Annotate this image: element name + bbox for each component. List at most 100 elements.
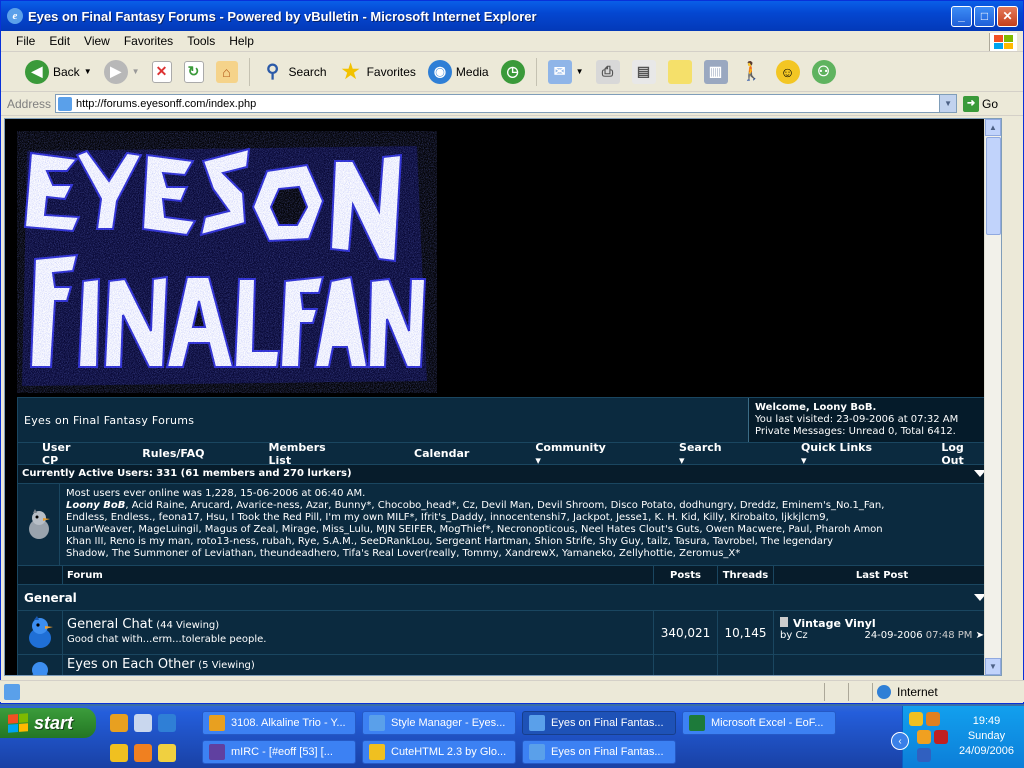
smiley-icon: ☺ (775, 59, 800, 84)
nav-rules-faq[interactable]: Rules/FAQ (142, 447, 204, 460)
col-posts: Posts (653, 566, 717, 584)
address-input[interactable]: http://forums.eyesonff.com/index.php ▼ (55, 94, 958, 113)
menu-edit[interactable]: Edit (42, 34, 77, 48)
search-button[interactable]: ⚲ Search (257, 60, 331, 84)
mail-button[interactable]: ✉ ▼ (544, 59, 588, 84)
cutehtml-task-icon (369, 744, 385, 760)
users-line-5[interactable]: Shadow, The Summoner of Leviathan, theun… (66, 548, 984, 560)
research-button[interactable]: ▥ (700, 59, 732, 84)
users-line-3[interactable]: LunarWeaver, MageLuingil, Magus of Zeal,… (66, 524, 984, 536)
users-line-4[interactable]: Khan III, Reno is my man, roto13-ness, r… (66, 536, 984, 548)
go-to-last-post-icon[interactable]: ➤ (976, 630, 984, 641)
active-users-block: Most users ever online was 1,228, 15-06-… (17, 484, 991, 566)
yahoo-button[interactable]: ☺ (772, 59, 804, 84)
private-messages-link[interactable]: Private Messages: Unread 0, Total 6412. (755, 426, 984, 438)
ie-icon: e (7, 8, 23, 24)
task-style-manager[interactable]: Style Manager - Eyes... (362, 711, 516, 735)
menu-help[interactable]: Help (222, 34, 261, 48)
menu-tools[interactable]: Tools (180, 34, 222, 48)
msn-quick-icon[interactable] (158, 744, 176, 762)
nav-search[interactable]: Search ▾ (679, 441, 731, 467)
site-title[interactable]: Eyes on Final Fantasy Forums (18, 398, 748, 442)
vertical-scrollbar[interactable]: ▲ ▼ (984, 119, 1001, 675)
mail-dropdown-icon[interactable]: ▼ (576, 67, 584, 76)
refresh-button[interactable]: ↻ (180, 60, 208, 83)
home-button[interactable]: ⌂ (212, 60, 242, 83)
task-label: Eyes on Final Fantas... (551, 746, 664, 758)
tray-icon[interactable] (934, 730, 948, 744)
tray-icon[interactable] (909, 712, 923, 726)
discuss-button[interactable] (664, 59, 696, 84)
ie-quick-icon[interactable] (158, 714, 176, 732)
back-dropdown-icon[interactable]: ▼ (84, 67, 92, 76)
nav-community[interactable]: Community ▾ (535, 441, 615, 467)
scroll-thumb[interactable] (986, 137, 1001, 235)
history-button[interactable]: ◷ (497, 59, 529, 84)
task-cutehtml[interactable]: CuteHTML 2.3 by Glo... (362, 740, 516, 764)
media-button[interactable]: ◉ Media (424, 59, 493, 84)
category-title[interactable]: General (24, 591, 77, 605)
forum-posts-count: 340,021 (653, 611, 717, 654)
last-post-title-link[interactable]: Vintage Vinyl (793, 617, 876, 630)
minimize-button[interactable]: _ (951, 5, 972, 27)
nav-quick-links[interactable]: Quick Links ▾ (801, 441, 881, 467)
forum-icon-cell (18, 655, 62, 675)
nav-members-list[interactable]: Members List (269, 441, 353, 467)
users-line-1-text[interactable]: , Acid Raine, Arucard, Avarice-ness, Aza… (125, 500, 884, 511)
tray-expand-icon[interactable]: ‹ (891, 732, 909, 750)
stop-button[interactable]: ✕ (148, 60, 176, 83)
tray-icon[interactable] (917, 730, 931, 744)
search-icon: ⚲ (265, 61, 280, 81)
go-button[interactable]: ➜ Go (963, 95, 998, 112)
menu-favorites[interactable]: Favorites (117, 34, 180, 48)
start-button[interactable]: start (0, 708, 96, 738)
winamp-icon[interactable] (110, 714, 128, 732)
eyes-on-final-fantasy-logo[interactable] (17, 131, 437, 393)
internet-globe-icon (877, 684, 891, 699)
task-alkaline-trio[interactable]: 3108. Alkaline Trio - Y... (202, 711, 356, 735)
close-button[interactable]: ✕ (997, 5, 1018, 27)
user-loony-bob[interactable]: Loony BoB (66, 500, 125, 511)
forward-button[interactable]: ▶ ▼ (100, 59, 144, 84)
favorites-button[interactable]: ★ Favorites (335, 60, 420, 84)
title-bar[interactable]: e Eyes on Final Fantasy Forums - Powered… (1, 1, 1023, 31)
scroll-up-icon[interactable]: ▲ (985, 119, 1001, 136)
forum-navbar: User CP Rules/FAQ Members List Calendar … (17, 441, 991, 467)
nav-calendar[interactable]: Calendar (414, 447, 469, 460)
active-users-title[interactable]: Currently Active Users: 331 (61 members … (22, 468, 352, 479)
welcome-panel: Welcome, Loony BoB. You last visited: 23… (748, 398, 990, 442)
messenger-quick-icon[interactable] (110, 744, 128, 762)
menu-file[interactable]: File (9, 34, 42, 48)
msn-button[interactable]: ⚇ (808, 59, 840, 84)
last-post-cell (773, 655, 990, 675)
address-dropdown-icon[interactable]: ▼ (939, 95, 957, 112)
standard-toolbar: ◀ Back ▼ ▶ ▼ ✕ ↻ ⌂ ⚲ Search ★ Favorites … (1, 52, 1023, 92)
clock[interactable]: 19:49 Sunday 24/09/2006 (959, 714, 1014, 759)
scroll-down-icon[interactable]: ▼ (985, 658, 1001, 675)
yahoo-quick-icon[interactable] (134, 744, 152, 762)
toolbar-separator (535, 57, 537, 86)
forum-name-link[interactable]: General Chat (67, 617, 153, 632)
edit-button[interactable]: ▤ (628, 59, 660, 84)
forum-info: General Chat (44 Viewing) Good chat with… (62, 611, 653, 654)
tray-icon[interactable] (926, 712, 940, 726)
tray-icon[interactable] (917, 748, 931, 762)
show-desktop-icon[interactable] (134, 714, 152, 732)
menu-view[interactable]: View (77, 34, 117, 48)
forum-name-link[interactable]: Eyes on Each Other (67, 657, 195, 672)
maximize-button[interactable]: □ (974, 5, 995, 27)
task-excel[interactable]: Microsoft Excel - EoF... (682, 711, 836, 735)
task-eyes-on-ff-2[interactable]: Eyes on Final Fantas... (522, 740, 676, 764)
users-line-2[interactable]: Endless, Endless., feona17, Hsu, I Took … (66, 512, 984, 524)
print-button[interactable]: ⎙ (592, 59, 624, 84)
task-eyes-on-ff-1[interactable]: Eyes on Final Fantas... (522, 711, 676, 735)
forward-dropdown-icon[interactable]: ▼ (132, 67, 140, 76)
messenger-button[interactable]: 🚶 (736, 60, 768, 84)
back-button[interactable]: ◀ Back ▼ (21, 59, 96, 84)
last-post-author[interactable]: by Cz (780, 630, 808, 642)
nav-log-out[interactable]: Log Out (941, 441, 990, 467)
task-mirc[interactable]: mIRC - [#eoff [53] [... (202, 740, 356, 764)
nav-user-cp[interactable]: User CP (42, 441, 90, 467)
security-zone[interactable]: Internet (872, 682, 1024, 701)
col-icon-header (18, 566, 62, 584)
